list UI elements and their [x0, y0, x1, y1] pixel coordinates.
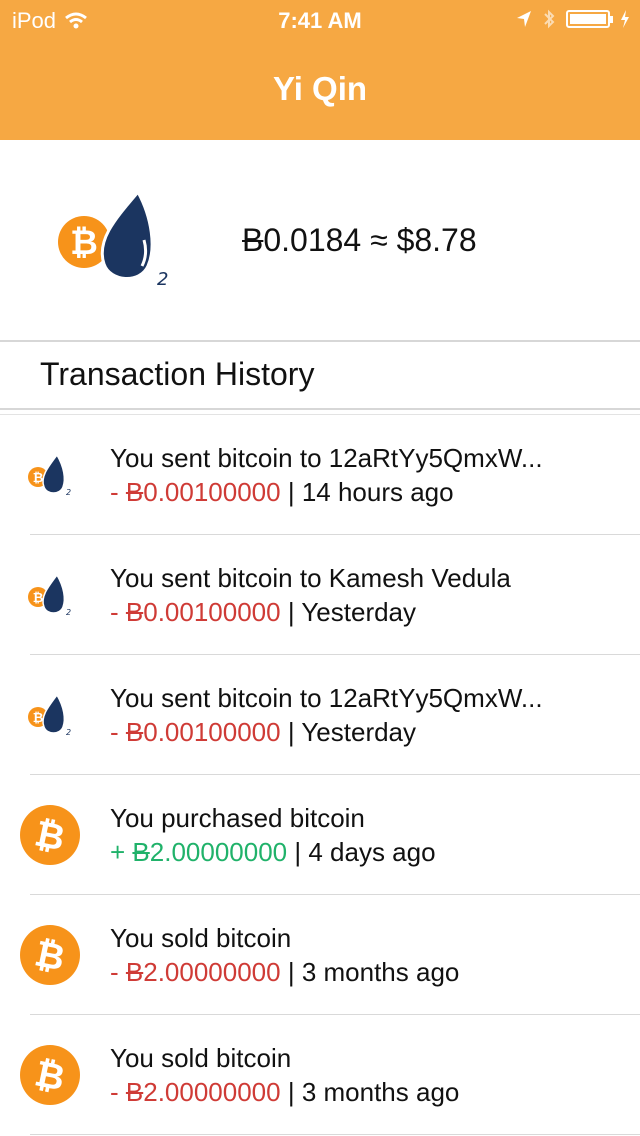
transaction-description: You sent bitcoin to 12aRtYy5QmxW...: [110, 443, 543, 473]
transaction-amount: - B2.00000000: [110, 1077, 281, 1107]
meta-separator: |: [280, 1077, 302, 1107]
btc-symbol: B: [125, 597, 144, 627]
header-bar: iPod 7:41 AM Yi Qin: [0, 0, 640, 140]
transaction-meta: - B2.00000000 | 3 months ago: [110, 957, 459, 988]
transaction-meta: - B2.00000000 | 3 months ago: [110, 1077, 459, 1108]
transaction-row[interactable]: You sold bitcoin - B2.00000000 | 3 months…: [0, 895, 640, 1015]
transaction-meta: - B0.00100000 | Yesterday: [110, 597, 416, 628]
usd-amount: $8.78: [396, 222, 477, 258]
transaction-time: 4 days ago: [308, 837, 436, 867]
meta-separator: |: [280, 477, 302, 507]
amount-sign: -: [110, 597, 126, 627]
amount-sign: -: [110, 1077, 126, 1107]
transaction-amount: + B2.00000000: [110, 837, 287, 867]
divider-top: [0, 340, 640, 342]
meta-separator: |: [287, 837, 309, 867]
bitcoin-icon: [20, 925, 80, 985]
btc-symbol: B: [132, 837, 150, 867]
battery-icon: [566, 10, 613, 28]
transaction-amount: - B0.00100000: [110, 597, 281, 627]
amount-value: 0.00100000: [143, 597, 281, 627]
page-title: Yi Qin: [272, 70, 368, 107]
transaction-amount: - B0.00100000: [110, 717, 281, 747]
balance-value: B0.0184 ≈ $8.78: [242, 222, 477, 259]
transaction-description: You sent bitcoin to 12aRtYy5QmxW...: [110, 683, 543, 713]
transaction-time: 3 months ago: [301, 957, 460, 987]
meta-separator: |: [280, 717, 302, 747]
btc-symbol: B: [125, 717, 144, 747]
balance-section: ₿ 2 B0.0184 ≈ $8.78: [0, 140, 640, 340]
transaction-time: Yesterday: [301, 717, 417, 747]
amount-sign: -: [110, 717, 126, 747]
transaction-amount: - B0.00100000: [110, 477, 281, 507]
amount-sign: +: [110, 837, 133, 867]
row-divider: [30, 1134, 640, 1135]
amount-value: 2.00000000: [143, 957, 281, 987]
amount-sign: -: [110, 957, 126, 987]
transaction-time: Yesterday: [301, 597, 417, 627]
amount-value: 2.00000000: [149, 837, 288, 867]
section-title: Transaction History: [40, 356, 315, 392]
coin-drop-icon: [20, 685, 80, 745]
status-right: [516, 8, 630, 30]
divider-history: [0, 408, 640, 410]
amount-value: 2.00000000: [143, 1077, 281, 1107]
transaction-description: You sold bitcoin: [110, 923, 292, 953]
charging-icon: [620, 10, 630, 28]
transaction-time: 14 hours ago: [301, 477, 454, 507]
svg-text:₿: ₿: [70, 223, 98, 263]
bluetooth-icon: [542, 8, 556, 30]
coin-drop-icon: [20, 565, 80, 625]
app-logo-icon: ₿ 2: [56, 188, 172, 288]
amount-value: 0.00100000: [143, 717, 281, 747]
coin-drop-icon: [20, 445, 80, 505]
btc-symbol: B: [125, 477, 144, 507]
transaction-meta: - B0.00100000 | Yesterday: [110, 717, 416, 748]
amount-sign: -: [110, 477, 126, 507]
svg-text:2: 2: [157, 269, 168, 288]
status-bar: iPod 7:41 AM: [0, 0, 640, 40]
transaction-row[interactable]: You sold bitcoin - B2.00000000 | 3 months…: [0, 1015, 640, 1135]
transaction-amount: - B2.00000000: [110, 957, 281, 987]
btc-amount: 0.0184: [263, 222, 362, 258]
bitcoin-icon: [20, 1045, 80, 1105]
transaction-row[interactable]: You sent bitcoin to 12aRtYy5QmxW... - B0.…: [0, 655, 640, 775]
transaction-time: 3 months ago: [301, 1077, 460, 1107]
transaction-row[interactable]: You purchased bitcoin + B2.00000000 | 4 d…: [0, 775, 640, 895]
transaction-meta: - B0.00100000 | 14 hours ago: [110, 477, 454, 508]
transaction-description: You sold bitcoin: [110, 1043, 292, 1073]
transaction-meta: + B2.00000000 | 4 days ago: [110, 837, 436, 868]
approx-sign: ≈: [370, 222, 388, 258]
meta-separator: |: [280, 957, 302, 987]
transaction-description: You sent bitcoin to Kamesh Vedula: [110, 563, 511, 593]
btc-symbol: B: [125, 957, 144, 987]
btc-symbol: B: [242, 222, 264, 258]
transaction-row[interactable]: You sent bitcoin to Kamesh Vedula - B0.00…: [0, 535, 640, 655]
meta-separator: |: [280, 597, 302, 627]
location-arrow-icon: [516, 10, 532, 28]
bitcoin-icon: [20, 805, 80, 865]
transaction-description: You purchased bitcoin: [110, 803, 365, 833]
amount-value: 0.00100000: [143, 477, 281, 507]
transaction-row[interactable]: You sent bitcoin to 12aRtYy5QmxW... - B0.…: [0, 415, 640, 535]
btc-symbol: B: [125, 1077, 144, 1107]
